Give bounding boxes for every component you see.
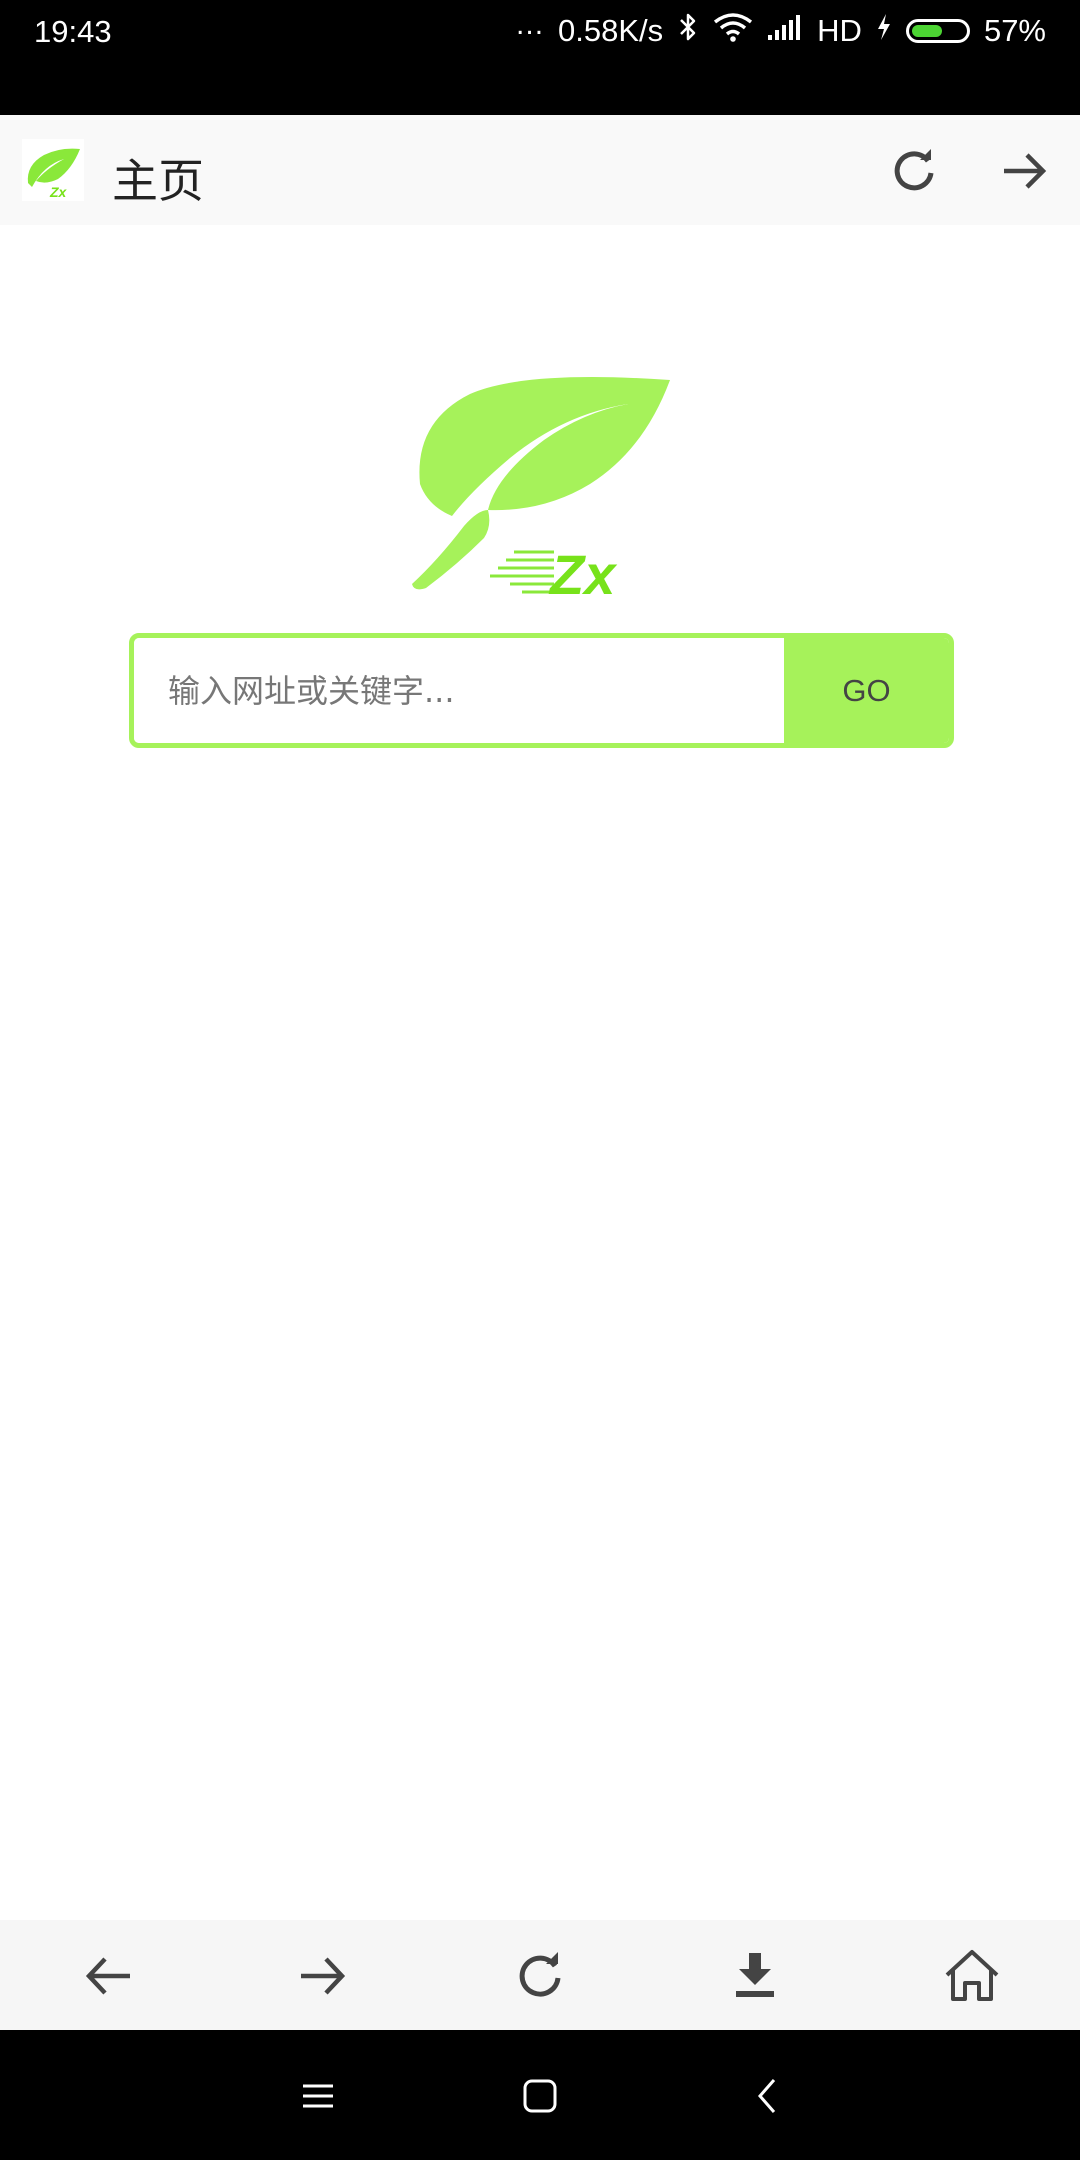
forward-arrow-icon — [1004, 153, 1047, 189]
recent-apps-button[interactable] — [290, 2068, 346, 2124]
toolbar-forward-button[interactable] — [291, 1944, 355, 2008]
network-type: HD — [817, 13, 862, 48]
search-box: GO — [129, 633, 954, 748]
home-button[interactable] — [940, 1944, 1004, 2008]
app-logo: Zx — [22, 139, 84, 201]
search-input[interactable] — [134, 638, 784, 743]
home-square-icon — [523, 2079, 557, 2113]
refresh-button[interactable] — [886, 143, 942, 199]
go-button[interactable]: GO — [784, 638, 949, 743]
logo-text: Zx — [548, 543, 618, 606]
refresh-icon — [894, 149, 934, 191]
battery-fill — [911, 25, 942, 37]
more-notifications-icon: ... — [516, 8, 545, 41]
page-title: 主页 — [112, 154, 204, 208]
battery-icon — [905, 19, 970, 43]
refresh-icon — [519, 1952, 561, 1997]
back-arrow-icon — [85, 1957, 130, 1995]
status-indicators: ... 0.58K/s HD 57% — [516, 8, 1046, 50]
forward-arrow-icon — [301, 1957, 346, 1995]
forward-button[interactable] — [996, 143, 1052, 199]
back-button[interactable] — [76, 1944, 140, 2008]
bottom-toolbar — [0, 1920, 1080, 2030]
download-button[interactable] — [723, 1944, 787, 2008]
download-icon — [736, 1953, 774, 1997]
wifi-icon — [713, 12, 753, 50]
system-back-button[interactable] — [740, 2068, 796, 2124]
network-speed: 0.58K/s — [558, 13, 664, 48]
menu-icon — [303, 2084, 333, 2108]
system-home-button[interactable] — [512, 2068, 568, 2124]
app-header: Zx 主页 — [0, 115, 1080, 225]
system-nav-bar — [0, 2030, 1080, 2160]
home-icon — [945, 1950, 999, 2001]
back-chevron-icon — [758, 2079, 776, 2113]
toolbar-refresh-button[interactable] — [508, 1944, 572, 2008]
status-time: 19:43 — [34, 14, 112, 49]
bluetooth-icon — [677, 12, 699, 50]
svg-text:Zx: Zx — [49, 184, 68, 200]
hero-logo: Zx — [394, 366, 674, 606]
charging-icon — [876, 13, 892, 49]
status-bar: 19:43 ... 0.58K/s HD 57% — [0, 0, 1080, 115]
battery-percent: 57% — [983, 13, 1046, 48]
signal-icon — [767, 13, 803, 49]
